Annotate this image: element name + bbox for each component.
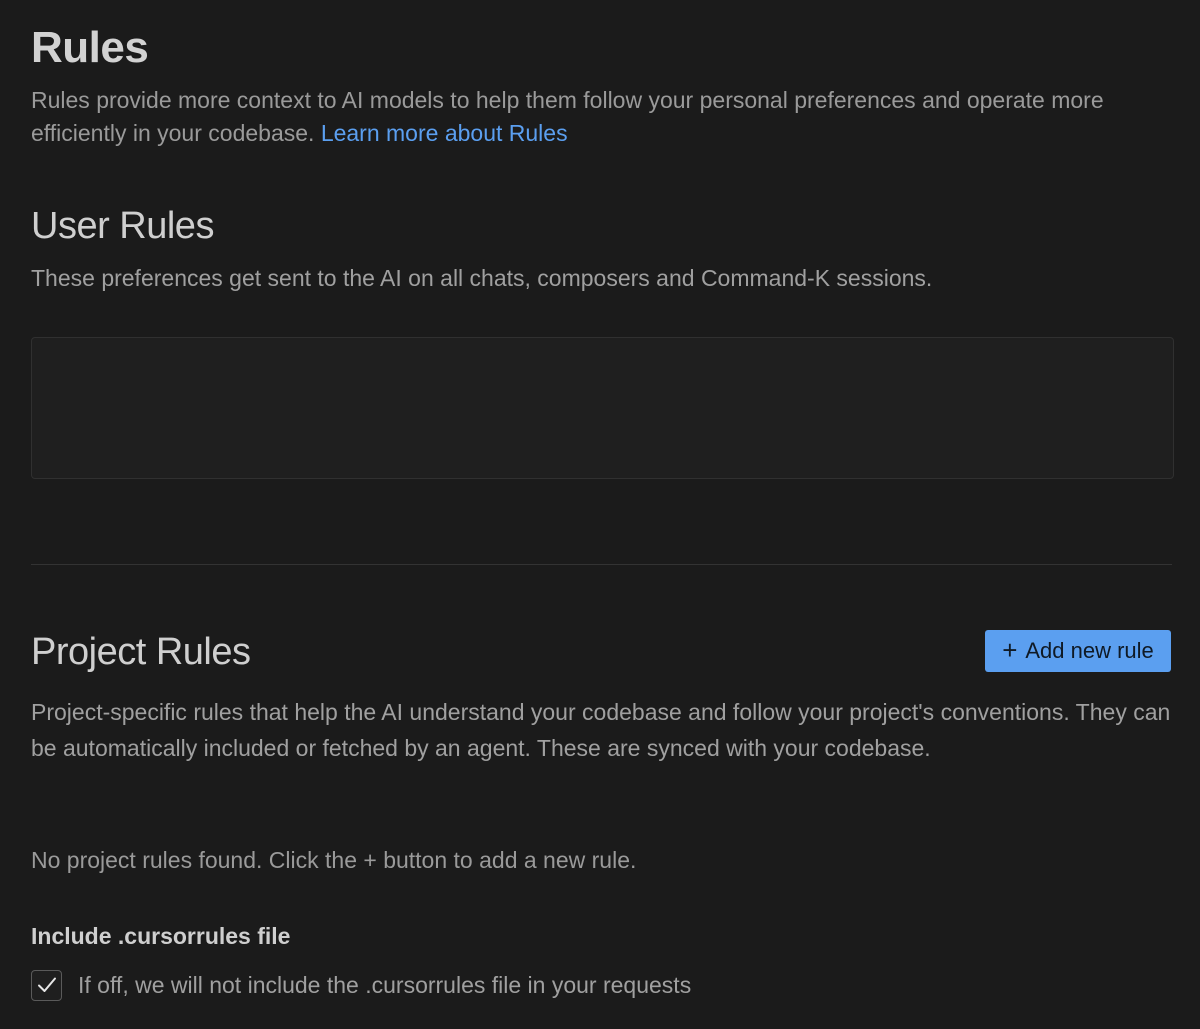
learn-more-link[interactable]: Learn more about Rules bbox=[321, 120, 568, 146]
cursorrules-checkbox[interactable] bbox=[31, 969, 62, 1001]
user-rules-title: User Rules bbox=[31, 205, 214, 247]
checkmark-icon bbox=[37, 977, 56, 992]
plus-icon: + bbox=[1002, 635, 1018, 665]
cursorrules-option: If off, we will not include the .cursorr… bbox=[31, 969, 691, 1001]
page-title: Rules bbox=[31, 23, 149, 72]
project-rules-description: Project-specific rules that help the AI … bbox=[31, 699, 1171, 761]
user-rules-input[interactable] bbox=[31, 337, 1174, 479]
add-new-rule-label: Add new rule bbox=[1025, 638, 1154, 663]
page-description: Rules provide more context to AI models … bbox=[31, 84, 1171, 150]
add-new-rule-button[interactable]: + Add new rule bbox=[985, 630, 1171, 672]
section-divider bbox=[31, 564, 1172, 565]
project-rules-empty-message: No project rules found. Click the + butt… bbox=[31, 847, 637, 873]
project-rules-title: Project Rules bbox=[31, 631, 251, 673]
user-rules-description: These preferences get sent to the AI on … bbox=[31, 265, 933, 291]
rules-settings-page: Rules Rules provide more context to AI m… bbox=[0, 0, 1200, 1029]
cursorrules-heading: Include .cursorrules file bbox=[31, 923, 291, 949]
cursorrules-checkbox-label: If off, we will not include the .cursorr… bbox=[78, 972, 692, 998]
